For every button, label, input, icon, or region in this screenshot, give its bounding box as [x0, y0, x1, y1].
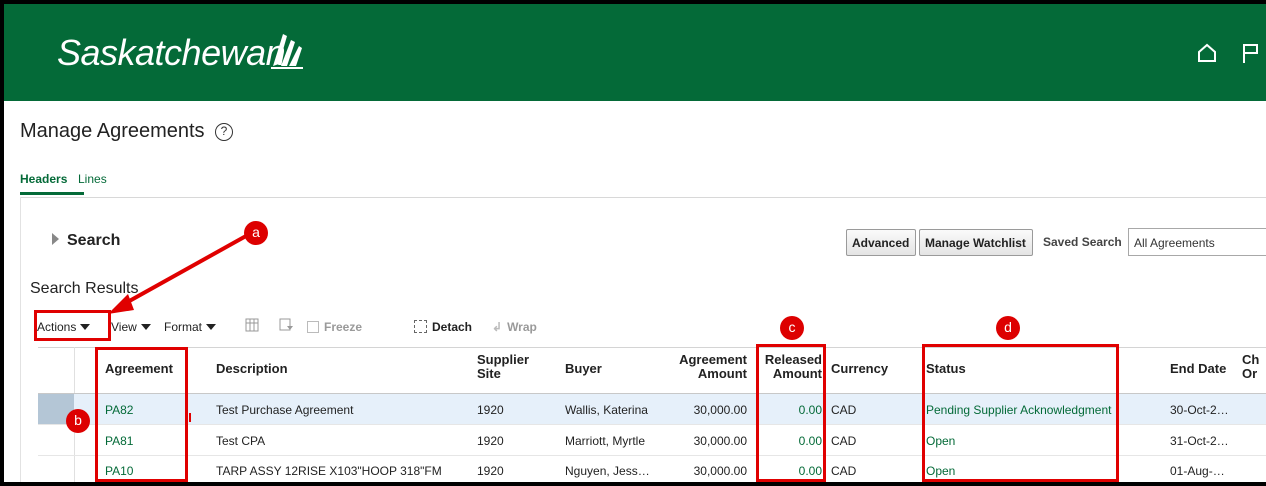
callout-arrow — [108, 234, 247, 422]
annotation-badge-d: d — [996, 316, 1020, 340]
annotation-badge-b: b — [66, 409, 90, 433]
annotation-badge-c: c — [780, 316, 804, 340]
annotation-badge-a: a — [244, 221, 268, 245]
app-frame: Saskatchewan Manage Agreements ? Headers… — [4, 4, 1266, 482]
